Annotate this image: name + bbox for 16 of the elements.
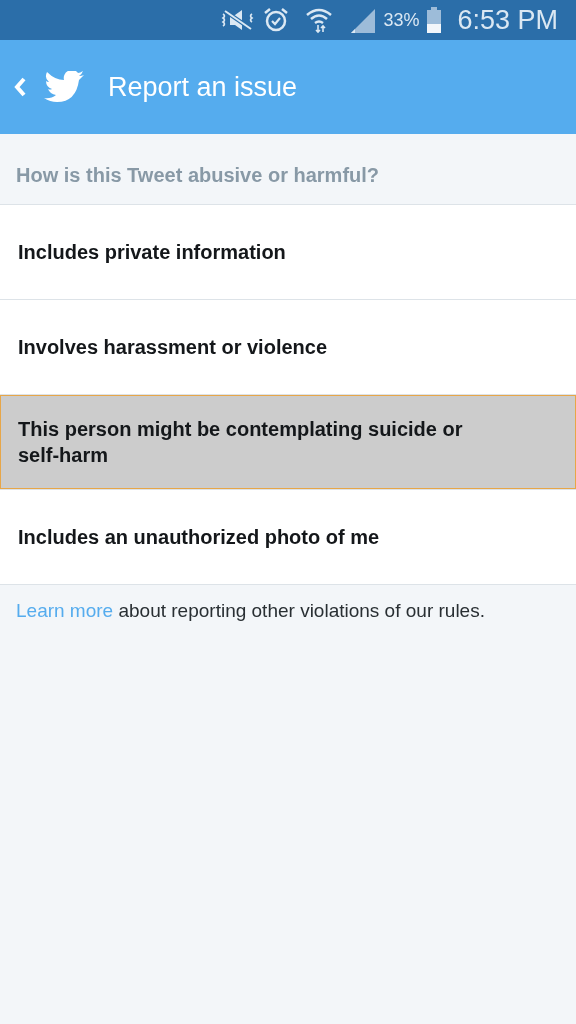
battery-percentage: 33% bbox=[383, 8, 420, 32]
bird-icon bbox=[44, 70, 84, 104]
screen-title: Report an issue bbox=[108, 70, 298, 104]
battery-icon bbox=[427, 7, 442, 33]
wifi-icon bbox=[305, 6, 334, 34]
report-option[interactable]: This person might be contemplating suicide or self-harm bbox=[0, 395, 576, 490]
report-option[interactable]: Includes an unauthorized photo of me bbox=[0, 490, 576, 585]
mute-icon bbox=[221, 8, 256, 32]
back-icon[interactable] bbox=[12, 75, 28, 99]
clock-time: 6:53 PM bbox=[457, 3, 558, 37]
question-text: How is this Tweet abusive or harmful? bbox=[15, 163, 381, 188]
report-option[interactable]: Includes private information bbox=[0, 205, 576, 300]
signal-icon bbox=[349, 7, 376, 33]
alarm-icon bbox=[263, 7, 290, 33]
help-text: Learn more about reporting other violations of our rules. bbox=[15, 599, 486, 623]
report-option[interactable]: Involves harassment or violence bbox=[0, 300, 576, 395]
